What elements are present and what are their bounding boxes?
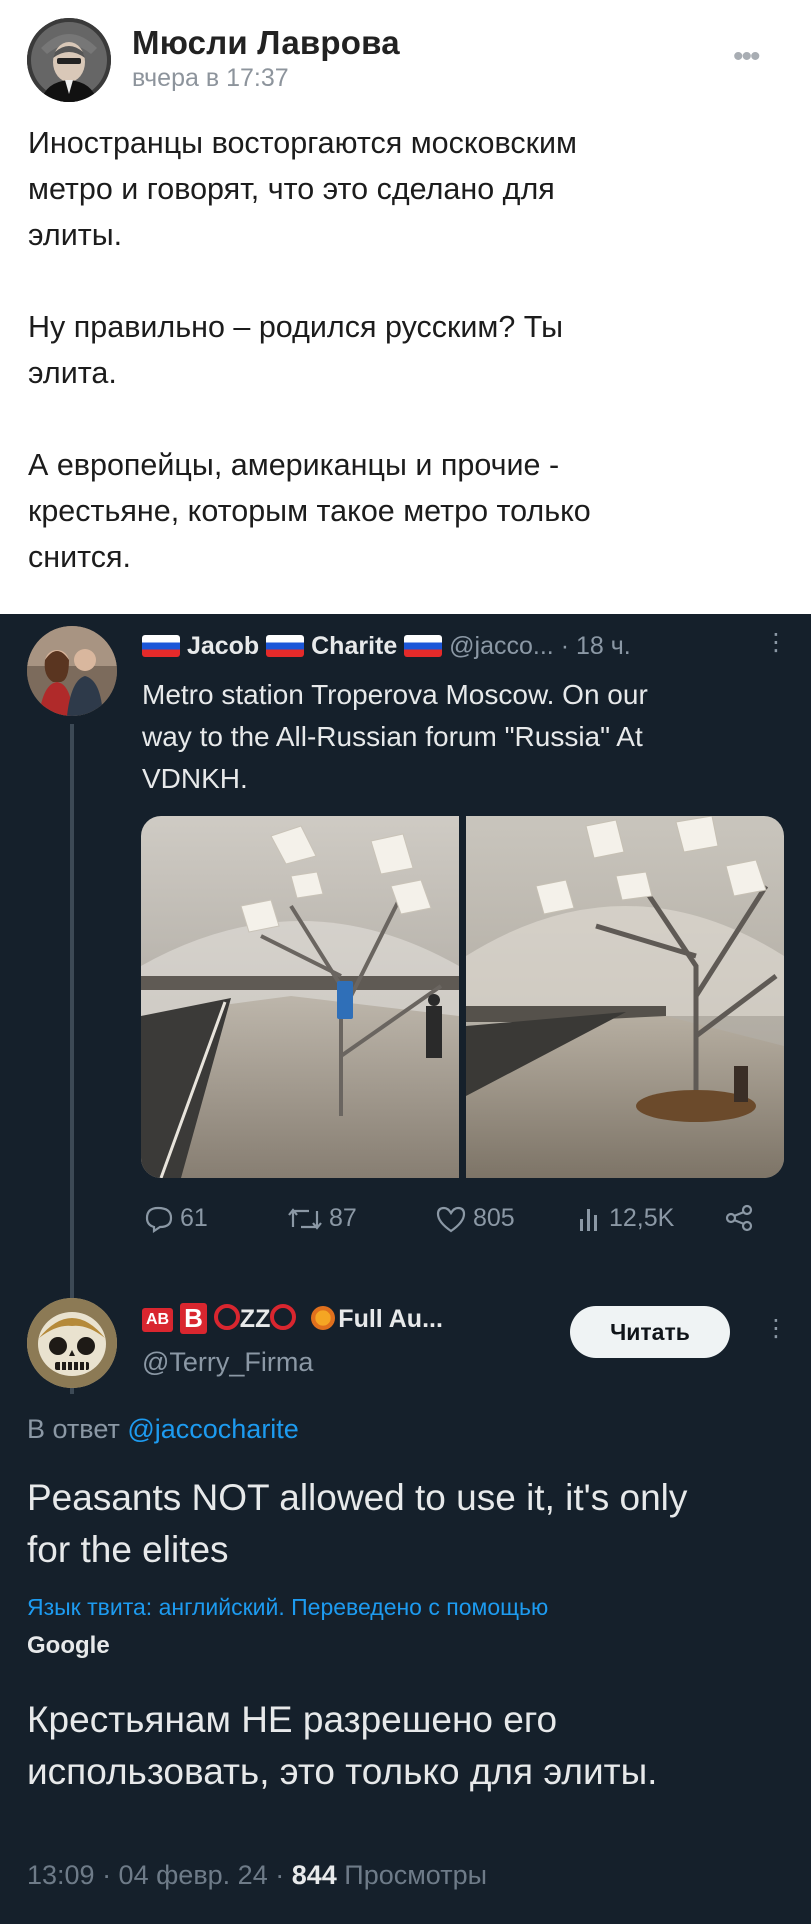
ab-badge: AB [142,1308,174,1332]
translated-line: Крестьянам НЕ разрешено его [27,1699,558,1740]
tweet-text: Metro station Troperova Moscow. On our w… [142,674,782,800]
like-action[interactable]: 805 [435,1204,515,1233]
tweet-header: Jacob Charite @jacco... · 18 ч. [142,632,782,666]
tweet-more-icon[interactable]: ⋮ [764,628,788,657]
reply-text-line: for the elites [27,1529,229,1570]
russia-flag-icon [266,635,305,657]
text-line: Ну правильно – родился русским? Ты [28,310,563,344]
tweet-meta: 13:09 · 04 февр. 24 · 844 Просмотры [27,1860,487,1891]
google-label: Google [27,1632,110,1659]
meta-time: 13:09 · 04 февр. 24 · [27,1860,292,1890]
reply-text-line: Peasants NOT allowed to use it, it's onl… [27,1477,688,1518]
views-icon [580,1208,597,1231]
share-icon [725,1204,753,1232]
author-avatar[interactable] [27,18,111,102]
red-circle-icon [213,1304,240,1330]
meta-views-count: 844 [291,1860,337,1890]
text-line: снится. [28,540,131,574]
views-count: 12,5K [609,1204,675,1232]
reply-to-handle-link[interactable]: @jaccocharite [127,1414,298,1444]
text-line: метро и говорят, что это сделано для [28,172,555,206]
ellipsis-icon[interactable]: ••• [733,40,760,74]
metro-photo-2[interactable] [466,816,784,1178]
retweet-count: 87 [329,1204,357,1232]
reply-author-avatar[interactable] [27,1298,117,1388]
post-time[interactable]: вчера в 17:37 [132,64,289,93]
reply-icon [145,1206,173,1233]
reply-name-suffix: Full Au... [338,1305,443,1333]
views-action[interactable]: 12,5K [577,1204,674,1233]
reply-handle[interactable]: @Terry_Firma [142,1347,313,1378]
tweet-text-line: Metro station Troperova Moscow. On our [142,679,648,710]
follow-button[interactable]: Читать [570,1306,730,1358]
thread-line [70,724,74,1394]
russia-flag-icon [404,635,443,657]
tweet-handle[interactable]: @jacco... [449,632,554,660]
reply-count: 61 [180,1204,208,1232]
translation-note-link[interactable]: Язык твита: английский. Переведено с пом… [27,1594,548,1621]
text-line: крестьяне, которым такое метро только [28,494,591,528]
tweet-author-name-2[interactable]: Charite [311,632,397,660]
reply-action[interactable]: 61 [144,1204,208,1233]
meta-views-label: Просмотры [336,1860,487,1890]
metro-photo-1[interactable] [141,816,459,1178]
translated-text: Крестьянам НЕ разрешено его использовать… [27,1694,787,1798]
tweet-photos [141,816,784,1178]
vk-post: Мюсли Лаврова вчера в 17:37 ••• Иностран… [0,0,811,614]
author-name[interactable]: Мюсли Лаврова [132,24,400,62]
reply-text: Peasants NOT allowed to use it, it's onl… [27,1472,787,1576]
russia-flag-icon [142,635,180,657]
reply-to-prefix: В ответ [27,1414,120,1444]
translated-line: использовать, это только для элиты. [27,1751,658,1792]
sun-icon [311,1306,336,1330]
reply-author-name[interactable]: AB B ZZ Full Au... [142,1303,542,1343]
post-text: Иностранцы восторгаются московским метро… [28,120,788,580]
text-line: элиты. [28,218,123,252]
text-line: Иностранцы восторгаются московским [28,126,577,160]
text-line: А европейцы, американцы и прочие - [28,448,560,482]
tweet-text-line: VDNKH. [142,763,248,794]
b-badge: B [180,1303,207,1334]
like-count: 805 [473,1204,515,1232]
heart-icon [436,1206,466,1232]
tweet-actions: 61 87 805 12,5K [142,1204,782,1248]
red-circle-icon [270,1304,297,1330]
tweet-author-name[interactable]: Jacob [187,632,259,660]
tweet-text-line: way to the All-Russian forum "Russia" At [142,721,643,752]
tweet-screenshot: Jacob Charite @jacco... · 18 ч. ⋮ Metro … [0,614,811,1924]
retweet-icon [288,1207,322,1230]
retweet-action[interactable]: 87 [287,1204,357,1233]
tweet-author-avatar[interactable] [27,626,117,716]
text-line: элита. [28,356,117,390]
reply-more-icon[interactable]: ⋮ [764,1314,788,1343]
tweet-time[interactable]: · 18 ч. [561,632,631,660]
share-action[interactable] [724,1204,754,1232]
zz-letters: ZZ [239,1305,271,1333]
reply-to-line: В ответ @jaccocharite [27,1414,299,1445]
